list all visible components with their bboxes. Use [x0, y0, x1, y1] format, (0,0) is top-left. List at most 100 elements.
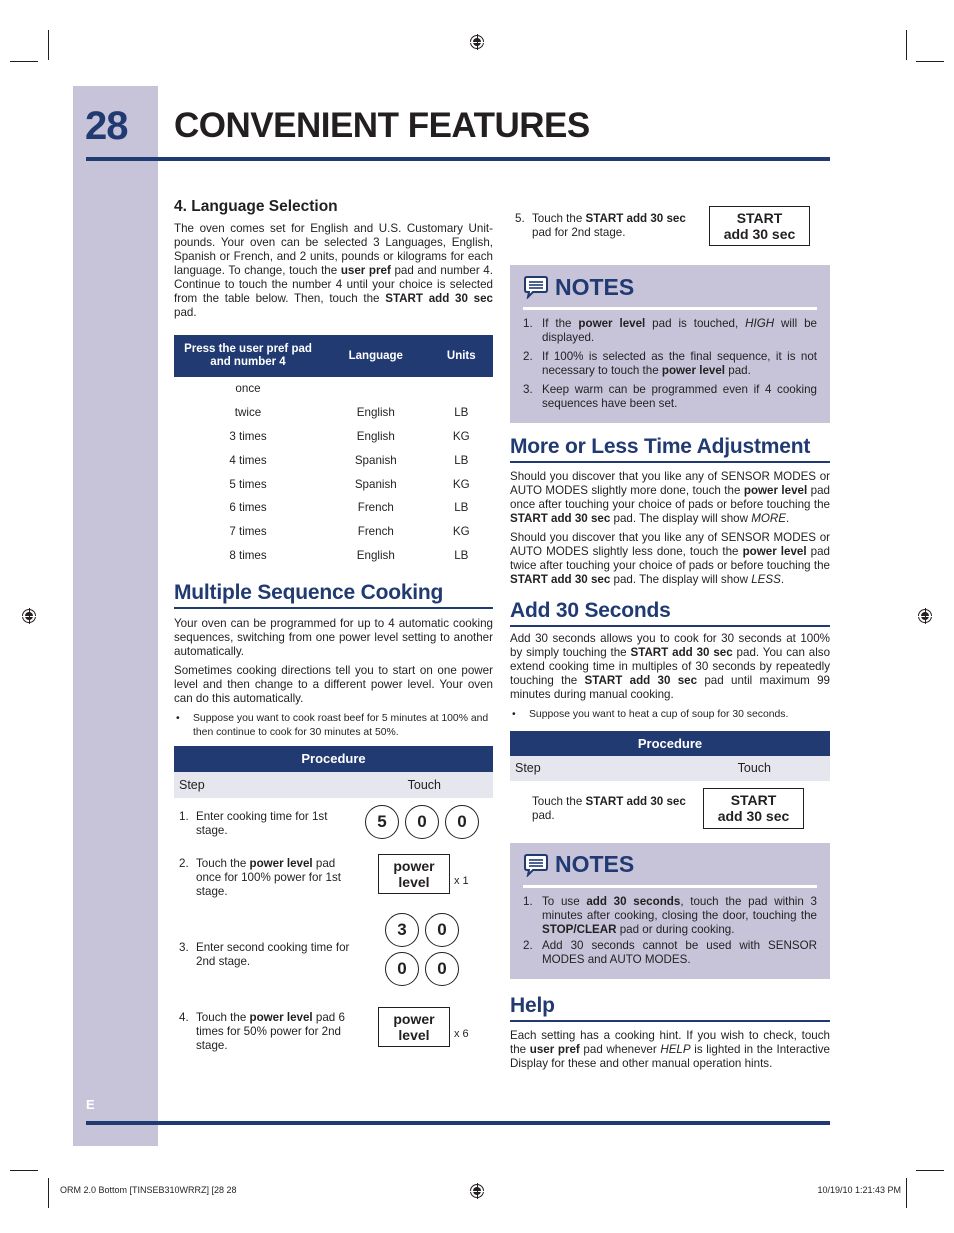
note-item: 1. If the power level pad is touched, HIG…	[510, 317, 817, 345]
step-column-label: Step	[515, 760, 541, 775]
procedure-subheader: Step Touch	[510, 755, 830, 781]
repeat-count: x 6	[454, 1028, 469, 1041]
number-pad[interactable]: 0	[445, 805, 479, 840]
start-add-30-sec-pad[interactable]: START add 30 sec	[703, 787, 804, 829]
notes-rule	[523, 884, 817, 888]
cell: LB	[454, 548, 469, 562]
crop-mark	[48, 1178, 49, 1208]
procedure-header: Procedure	[174, 746, 493, 773]
help-section: Help Each setting has a cooking hint. If…	[510, 994, 830, 1071]
italic-text: HIGH	[745, 317, 775, 330]
registration-mark-icon	[469, 1183, 485, 1199]
crop-mark	[916, 61, 944, 62]
step-text: Enter cooking time for 1st stage.	[196, 810, 328, 838]
step-text: Enter second cooking time for 2nd stage.	[196, 941, 350, 969]
cell: English	[356, 406, 395, 420]
add-30-seconds-section: Add 30 Seconds Add 30 seconds allows you…	[510, 599, 830, 833]
notes-title: NOTES	[555, 273, 635, 300]
section-heading: More or Less Time Adjustment	[510, 435, 830, 463]
column-header: Units	[429, 335, 493, 377]
pad-label: power	[393, 858, 435, 875]
cell: French	[357, 501, 394, 515]
text: Touch the	[532, 794, 586, 808]
table-row: 8 times English LB	[174, 544, 493, 568]
italic-text: LESS	[751, 573, 781, 586]
text: If the	[542, 317, 579, 330]
cell: LB	[454, 406, 469, 420]
paragraph: Each setting has a cooking hint. If you …	[510, 1029, 830, 1071]
cell: LB	[454, 453, 469, 467]
cell	[322, 377, 430, 401]
cell: LB	[454, 501, 469, 515]
crop-mark	[10, 61, 38, 62]
registration-mark-icon	[469, 34, 485, 50]
bold-text: START add 30 sec	[585, 212, 686, 225]
procedure-steps: 1. Enter cooking time for 1st stage. 500…	[174, 798, 493, 1093]
crop-mark	[906, 1178, 907, 1208]
step-number: 1.	[179, 810, 189, 824]
number-pad[interactable]: 3	[385, 913, 419, 948]
more-less-section: More or Less Time Adjustment Should you …	[510, 435, 830, 587]
table-row: once	[174, 377, 493, 401]
number-pad[interactable]: 0	[425, 952, 459, 987]
step-text: Touch the power level pad 6 times for 50…	[196, 1011, 356, 1053]
table-header-row: Press the user pref pad and number 4 Lan…	[174, 335, 493, 377]
paragraph: Add 30 seconds allows you to cook for 30…	[510, 632, 830, 702]
notes-speech-bubble-icon	[524, 276, 548, 299]
note-number: 1.	[523, 894, 533, 908]
start-add-30-sec-pad[interactable]: START add 30 sec	[709, 206, 810, 246]
step-text: Touch the START add 30 sec pad for 2nd s…	[532, 212, 692, 240]
language-tab-label: E	[86, 1097, 95, 1112]
pad-label: level	[398, 874, 430, 891]
cell: 5 times	[229, 477, 267, 491]
number-pad[interactable]: 0	[405, 805, 439, 840]
step-number: 5.	[515, 212, 525, 225]
cell: twice	[234, 406, 262, 420]
number-pad[interactable]: 0	[425, 913, 459, 948]
table-row: 5 times Spanish KG	[174, 472, 493, 496]
paragraph: Your oven can be programmed for up to 4 …	[174, 617, 493, 659]
bold-text: START add 30 sec	[510, 512, 611, 525]
pad-label: power	[393, 1011, 435, 1028]
note-number: 2.	[523, 350, 533, 363]
note-item: 1. To use add 30 seconds, touch the pad w…	[510, 895, 817, 937]
crop-mark	[906, 30, 907, 60]
procedure-table: Procedure Step Touch Touch the START add…	[510, 730, 830, 833]
crop-mark	[48, 30, 49, 60]
bold-text: START add 30 sec	[630, 646, 733, 659]
text: pad.	[174, 306, 197, 319]
step-number: 2.	[179, 857, 189, 871]
section-heading: Help	[510, 994, 830, 1022]
text: To use	[542, 894, 587, 908]
number-pad[interactable]: 0	[385, 952, 419, 987]
step-text: Touch the START add 30 sec pad.	[532, 795, 692, 823]
cell: English	[356, 548, 395, 562]
column-header: Language	[322, 335, 430, 377]
keypad-sequence: 500	[365, 805, 485, 840]
power-level-pad[interactable]: power level	[378, 854, 450, 895]
pad-label: add 30 sec	[723, 226, 796, 242]
note-number: 2.	[523, 938, 533, 952]
notes-header: NOTES	[523, 851, 817, 879]
section-heading: Add 30 Seconds	[510, 599, 830, 627]
text: pad. The display will show	[610, 573, 752, 586]
procedure-step-5: 5. Touch the START add 30 sec pad for 2n…	[510, 205, 830, 250]
page-number: 28	[85, 104, 128, 148]
cell: 6 times	[229, 501, 267, 515]
text: .	[780, 573, 785, 586]
power-level-pad[interactable]: power level	[378, 1007, 450, 1048]
cell	[430, 377, 493, 401]
cell: 7 times	[229, 525, 267, 539]
paragraph: Sometimes cooking directions tell you to…	[174, 664, 493, 706]
print-slug-right: 10/19/10 1:21:43 PM	[817, 1185, 901, 1195]
text: Touch the	[532, 212, 586, 225]
left-column: 4. Language Selection The oven comes set…	[174, 198, 493, 1093]
notes-list: 1. If the power level pad is touched, HIG…	[510, 317, 817, 411]
text: pad for 2nd stage.	[532, 226, 626, 239]
bold-text: add 30 seconds	[586, 894, 681, 908]
cell: French	[357, 525, 394, 539]
text: pad whenever	[579, 1042, 661, 1056]
bullet-icon: •	[176, 713, 180, 725]
number-pad[interactable]: 5	[365, 805, 399, 840]
pad-label: START	[736, 210, 783, 226]
